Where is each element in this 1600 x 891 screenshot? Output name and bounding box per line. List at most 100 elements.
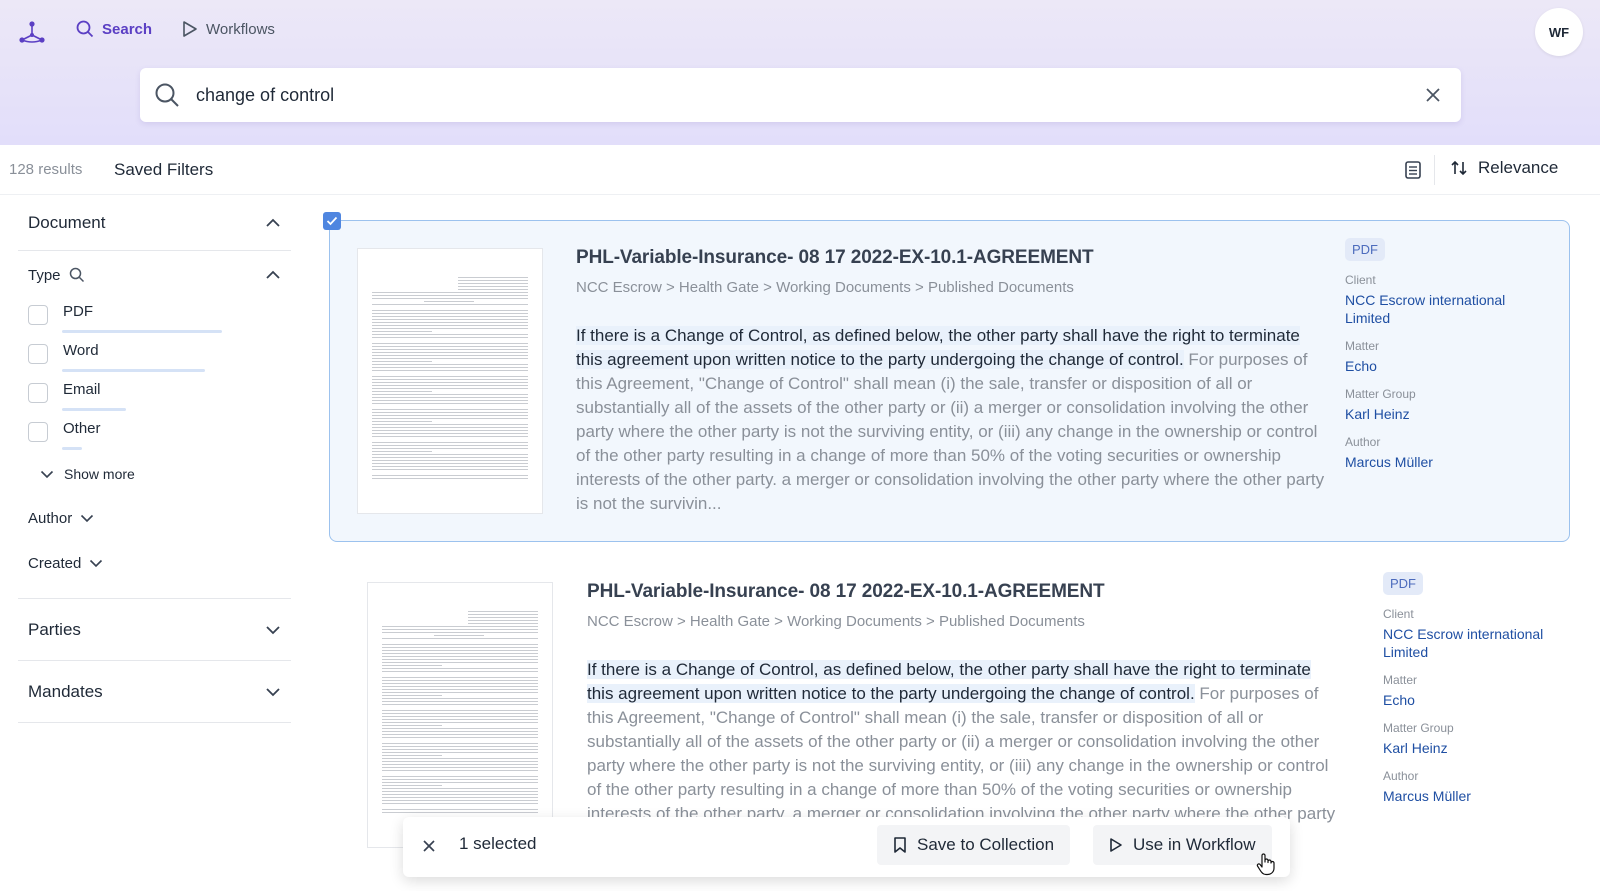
thumbnail-text-line bbox=[372, 343, 528, 344]
facet-document[interactable]: Document bbox=[18, 195, 291, 251]
avatar[interactable]: WF bbox=[1535, 8, 1583, 56]
nav-search[interactable]: Search bbox=[76, 20, 152, 38]
save-to-collection-label: Save to Collection bbox=[917, 835, 1055, 854]
facet-author[interactable]: Author bbox=[18, 495, 291, 541]
use-in-workflow-label: Use in Workflow bbox=[1133, 835, 1256, 854]
check-icon bbox=[326, 216, 338, 226]
matter-link[interactable]: Echo bbox=[1345, 357, 1535, 375]
thumbnail-text-line bbox=[372, 358, 528, 359]
thumbnail-text-line bbox=[468, 620, 538, 621]
thumbnail-text-line bbox=[372, 478, 528, 479]
thumbnail-text-line bbox=[382, 659, 538, 660]
sort-icon bbox=[1451, 160, 1467, 176]
thumbnail-text-line bbox=[382, 746, 538, 747]
search-icon[interactable] bbox=[69, 267, 85, 283]
file-type-badge: PDF bbox=[1345, 238, 1385, 261]
author-link[interactable]: Marcus Müller bbox=[1345, 453, 1535, 471]
facet-mandates[interactable]: Mandates bbox=[18, 661, 291, 723]
sort-button[interactable]: Relevance bbox=[1450, 158, 1558, 178]
thumbnail-text-line bbox=[372, 400, 528, 401]
thumbnail-text-line bbox=[382, 695, 442, 696]
document-thumbnail[interactable] bbox=[357, 248, 543, 514]
thumbnail-text-line bbox=[382, 665, 442, 666]
matter-group-link[interactable]: Karl Heinz bbox=[1345, 405, 1535, 423]
search-bar bbox=[140, 68, 1461, 122]
pdf-checkbox[interactable] bbox=[28, 305, 48, 325]
header: Search Workflows WF bbox=[0, 0, 1600, 145]
thumbnail-text-line bbox=[382, 650, 538, 651]
result-card[interactable]: PHL-Variable-Insurance- 08 17 2022-EX-10… bbox=[329, 220, 1570, 542]
facet-parties[interactable]: Parties bbox=[18, 599, 291, 661]
close-icon[interactable] bbox=[421, 838, 437, 854]
type-option-other[interactable]: Other bbox=[18, 414, 291, 453]
clear-search-icon[interactable] bbox=[1423, 85, 1443, 105]
thumbnail-text-line bbox=[424, 301, 474, 302]
type-option-pdf[interactable]: PDF bbox=[18, 297, 291, 336]
result-select-checkbox[interactable] bbox=[323, 212, 341, 230]
thumbnail-text-line bbox=[382, 749, 538, 750]
result-title[interactable]: PHL-Variable-Insurance- 08 17 2022-EX-10… bbox=[576, 247, 1094, 269]
thumbnail-text-line bbox=[382, 800, 538, 801]
thumbnail-text-line bbox=[382, 779, 538, 780]
document-thumbnail[interactable] bbox=[367, 582, 553, 848]
thumbnail-text-line bbox=[382, 680, 538, 681]
nav-workflows[interactable]: Workflows bbox=[182, 20, 275, 38]
author-link[interactable]: Marcus Müller bbox=[1383, 787, 1573, 805]
client-link[interactable]: NCC Escrow international Limited bbox=[1345, 291, 1535, 327]
result-metadata: PDF Client NCC Escrow international Limi… bbox=[1345, 238, 1535, 471]
thumbnail-text-line bbox=[382, 686, 538, 687]
save-to-collection-button[interactable]: Save to Collection bbox=[877, 825, 1071, 865]
thumbnail-text-line bbox=[382, 737, 538, 738]
results-toolbar: 128 results Saved Filters Relevance bbox=[0, 145, 1600, 195]
matter-link[interactable]: Echo bbox=[1383, 691, 1573, 709]
type-option-word[interactable]: Word bbox=[18, 336, 291, 375]
thumbnail-text-line bbox=[382, 677, 538, 678]
thumbnail-text-line bbox=[382, 776, 538, 777]
word-checkbox[interactable] bbox=[28, 344, 48, 364]
matter-group-label: Matter Group bbox=[1345, 387, 1416, 401]
facet-created[interactable]: Created bbox=[18, 541, 291, 599]
author-label: Author bbox=[1383, 769, 1419, 783]
result-card[interactable]: PHL-Variable-Insurance- 08 17 2022-EX-10… bbox=[340, 555, 1570, 855]
chevron-down-icon bbox=[90, 559, 103, 568]
thumbnail-text-line bbox=[382, 782, 538, 783]
email-checkbox[interactable] bbox=[28, 383, 48, 403]
thumbnail-text-line bbox=[372, 313, 528, 314]
selection-action-bar: 1 selected Save to Collection Use in Wor… bbox=[403, 817, 1290, 877]
thumbnail-text-line bbox=[468, 623, 538, 624]
facet-type[interactable]: Type bbox=[18, 263, 291, 287]
thumbnail-text-line bbox=[372, 448, 528, 449]
list-view-icon[interactable] bbox=[1404, 159, 1422, 181]
saved-filters-button[interactable]: Saved Filters bbox=[114, 160, 213, 180]
thumbnail-text-line bbox=[382, 671, 538, 672]
use-in-workflow-button[interactable]: Use in Workflow bbox=[1093, 825, 1272, 865]
matter-group-link[interactable]: Karl Heinz bbox=[1383, 739, 1573, 757]
hand-cursor-icon bbox=[1256, 853, 1275, 876]
thumbnail-text-line bbox=[382, 653, 538, 654]
thumbnail-text-line bbox=[382, 770, 538, 771]
thumbnail-text-line bbox=[372, 442, 528, 443]
author-label: Author bbox=[1345, 435, 1381, 449]
search-input[interactable] bbox=[196, 80, 1376, 110]
thumbnail-text-line bbox=[372, 385, 528, 386]
thumbnail-text-line bbox=[382, 656, 538, 657]
thumbnail-text-line bbox=[372, 382, 528, 383]
thumbnail-text-line bbox=[372, 355, 528, 356]
type-option-email[interactable]: Email bbox=[18, 375, 291, 414]
chevron-down-icon bbox=[81, 514, 94, 522]
thumbnail-text-line bbox=[382, 767, 538, 768]
thumbnail-text-line bbox=[372, 409, 528, 410]
thumbnail-text-line bbox=[372, 376, 528, 377]
thumbnail-text-line bbox=[372, 322, 528, 323]
result-title[interactable]: PHL-Variable-Insurance- 08 17 2022-EX-10… bbox=[587, 581, 1105, 603]
other-checkbox[interactable] bbox=[28, 422, 48, 442]
client-link[interactable]: NCC Escrow international Limited bbox=[1383, 625, 1573, 661]
search-icon bbox=[76, 20, 94, 38]
app-logo-icon[interactable] bbox=[18, 20, 46, 46]
thumbnail-text-line bbox=[372, 466, 528, 467]
thumbnail-text-line bbox=[382, 632, 538, 633]
thumbnail-text-line bbox=[382, 626, 538, 627]
show-more-button[interactable]: Show more bbox=[18, 453, 291, 495]
result-snippet: If there is a Change of Control, as defi… bbox=[576, 324, 1328, 516]
thumbnail-text-line bbox=[372, 337, 528, 338]
